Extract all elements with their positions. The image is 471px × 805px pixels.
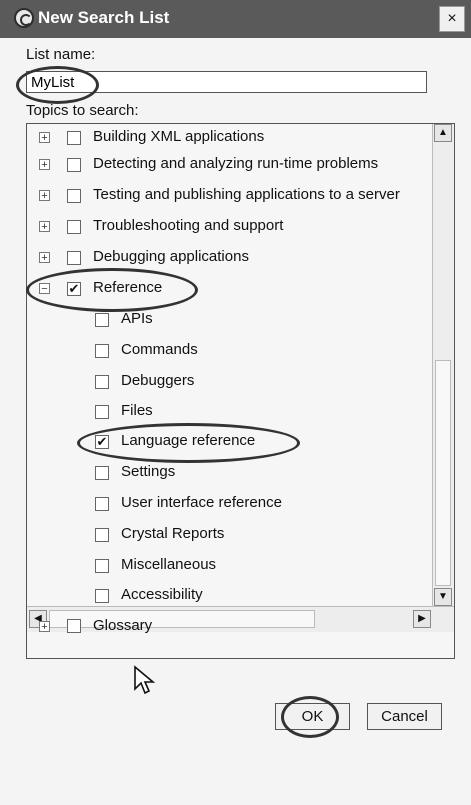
expand-icon[interactable]: + (39, 621, 50, 633)
tree-item-label: Files (121, 402, 153, 419)
tree-item-label: Language reference (121, 432, 256, 449)
tree-item-label: Testing and publishing applications to a… (93, 186, 400, 203)
tree-item-label: Settings (121, 463, 176, 480)
checkbox[interactable] (95, 344, 109, 358)
expand-icon[interactable]: + (39, 252, 50, 264)
collapse-icon[interactable]: − (39, 283, 50, 295)
expand-icon[interactable]: + (39, 221, 50, 233)
checkbox[interactable] (67, 131, 81, 145)
tree-item-detecting[interactable]: + Detecting and analyzing run-time probl… (27, 152, 432, 178)
topics-tree: + Building XML applications + Detecting … (26, 123, 455, 659)
topics-label: Topics to search: (26, 102, 139, 119)
checkbox[interactable] (95, 405, 109, 419)
tree-item-building-xml[interactable]: + Building XML applications (27, 125, 432, 151)
tree-item-files[interactable]: Files (27, 399, 432, 425)
checkbox[interactable] (95, 559, 109, 573)
mouse-pointer-icon (134, 665, 156, 695)
tree-item-language-reference[interactable]: ✔ Language reference (27, 429, 432, 455)
checkbox-checked[interactable]: ✔ (95, 435, 109, 449)
tree-item-label: Detecting and analyzing run-time problem… (93, 155, 379, 172)
eclipse-app-icon (14, 8, 34, 28)
ok-button[interactable]: OK (275, 703, 350, 730)
checkbox[interactable] (67, 619, 81, 633)
checkbox[interactable] (95, 466, 109, 480)
expand-icon[interactable]: + (39, 159, 50, 171)
cancel-button[interactable]: Cancel (367, 703, 442, 730)
tree-item-label: Crystal Reports (121, 525, 225, 542)
checkbox[interactable] (95, 375, 109, 389)
tree-item-label: Miscellaneous (121, 556, 217, 573)
new-search-list-dialog: New Search List × List name: Topics to s… (0, 0, 471, 805)
tree-item-debugging[interactable]: + Debugging applications (27, 245, 432, 271)
tree-item-settings[interactable]: Settings (27, 460, 432, 486)
vertical-scroll-thumb[interactable] (435, 360, 451, 586)
vertical-scrollbar[interactable]: ▲ ▼ (432, 124, 454, 606)
scroll-down-button[interactable]: ▼ (434, 588, 452, 606)
tree-item-miscellaneous[interactable]: Miscellaneous (27, 553, 432, 579)
checkbox[interactable] (67, 220, 81, 234)
expand-icon[interactable]: + (39, 190, 50, 202)
tree-item-label: Commands (121, 341, 198, 358)
expand-icon[interactable]: + (39, 132, 50, 144)
tree-item-label: APIs (121, 310, 153, 327)
scroll-up-button[interactable]: ▲ (434, 124, 452, 142)
close-button[interactable]: × (439, 6, 465, 32)
tree-item-label: Building XML applications (93, 128, 265, 145)
tree-item-testing[interactable]: + Testing and publishing applications to… (27, 183, 432, 209)
checkbox[interactable] (95, 528, 109, 542)
tree-item-reference[interactable]: − ✔ Reference (27, 276, 432, 302)
title-bar: New Search List × (0, 0, 471, 38)
tree-item-label: Troubleshooting and support (93, 217, 284, 234)
checkbox[interactable] (95, 313, 109, 327)
tree-item-label: Reference (93, 279, 163, 296)
list-name-label: List name: (26, 46, 96, 63)
tree-item-label: Debugging applications (93, 248, 249, 265)
checkbox[interactable] (95, 589, 109, 603)
tree-item-label: User interface reference (121, 494, 282, 511)
tree-item-apis[interactable]: APIs (27, 307, 432, 333)
window-title: New Search List (38, 8, 170, 27)
list-name-input[interactable] (26, 71, 427, 93)
tree-item-label: Accessibility (121, 586, 203, 603)
tree-item-crystal-reports[interactable]: Crystal Reports (27, 522, 432, 548)
checkbox[interactable] (67, 189, 81, 203)
tree-item-troubleshooting[interactable]: + Troubleshooting and support (27, 214, 432, 240)
tree-item-debuggers[interactable]: Debuggers (27, 369, 432, 395)
tree-item-glossary[interactable]: + Glossary (27, 613, 431, 639)
checkbox[interactable] (95, 497, 109, 511)
tree-item-label: Glossary (93, 617, 153, 634)
checkbox[interactable] (67, 251, 81, 265)
checkbox[interactable] (67, 158, 81, 172)
checkbox-checked[interactable]: ✔ (67, 282, 81, 296)
tree-item-commands[interactable]: Commands (27, 338, 432, 364)
tree-item-ui-reference[interactable]: User interface reference (27, 491, 432, 517)
tree-item-label: Debuggers (121, 372, 195, 389)
